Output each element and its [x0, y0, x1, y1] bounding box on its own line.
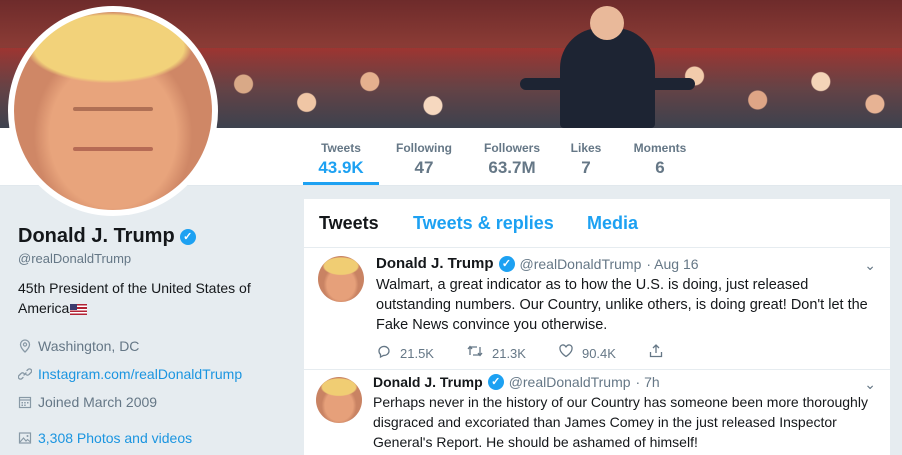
profile-joined: Joined March 2009: [18, 394, 157, 410]
stat-label: Followers: [483, 141, 540, 155]
stat-likes[interactable]: Likes 7: [563, 128, 609, 185]
verified-badge-icon: ✓: [498, 255, 515, 272]
tweet-item[interactable]: Donald J. Trump ✓ @realDonaldTrump · 7h …: [304, 370, 890, 455]
tweet-header: Donald J. Trump ✓ @realDonaldTrump · 7h: [373, 374, 660, 390]
stat-value: 43.9K: [318, 158, 364, 177]
like-count: 90.4K: [581, 345, 616, 361]
profile-card: Donald J. Trump ✓ @realDonaldTrump 45th …: [18, 225, 288, 318]
profile-handle[interactable]: @realDonaldTrump: [18, 251, 288, 266]
profile-name-row: Donald J. Trump ✓: [18, 225, 288, 248]
photo-icon: [18, 431, 32, 445]
timeline-tabs: Tweets Tweets & replies Media: [304, 199, 890, 248]
tab-tweets-and-replies[interactable]: Tweets & replies: [413, 213, 554, 234]
profile-photos-link[interactable]: 3,308 Photos and videos: [18, 430, 192, 446]
tweet-header: Donald J. Trump ✓ @realDonaldTrump · Aug…: [376, 255, 699, 272]
tweet-timestamp[interactable]: · 7h: [636, 374, 660, 390]
reply-button[interactable]: 21.5K: [376, 343, 434, 363]
tweet-avatar[interactable]: [318, 256, 364, 302]
profile-location: Washington, DC: [18, 338, 139, 354]
website-link[interactable]: Instagram.com/realDonaldTrump: [38, 366, 242, 382]
tweet-author-handle[interactable]: @realDonaldTrump: [520, 256, 642, 272]
reply-icon: [376, 343, 392, 363]
reply-count: 21.5K: [400, 345, 434, 361]
stat-following[interactable]: Following 47: [389, 128, 459, 185]
retweet-button[interactable]: 21.3K: [466, 343, 526, 363]
tab-tweets[interactable]: Tweets: [319, 213, 379, 234]
tweet-timestamp[interactable]: · Aug 16: [646, 256, 698, 272]
stat-moments[interactable]: Moments 6: [628, 128, 692, 185]
share-button[interactable]: [648, 343, 664, 363]
joined-text: Joined March 2009: [38, 394, 158, 410]
tweet-item[interactable]: Donald J. Trump ✓ @realDonaldTrump · Aug…: [304, 248, 890, 370]
banner-speaker-figure: [520, 6, 695, 128]
verified-badge-icon: ✓: [487, 374, 504, 390]
link-icon: [17, 367, 33, 381]
verified-badge-icon: ✓: [179, 228, 196, 245]
tweet-author-name[interactable]: Donald J. Trump: [373, 374, 483, 390]
tweet-text: Walmart, a great indicator as to how the…: [376, 277, 868, 333]
share-icon: [648, 343, 664, 363]
like-button[interactable]: 90.4K: [558, 343, 616, 363]
profile-bio: 45th President of the United States of A…: [18, 278, 288, 318]
tweet-author-handle[interactable]: @realDonaldTrump: [509, 374, 631, 390]
chevron-down-icon[interactable]: ⌄: [864, 376, 876, 393]
chevron-down-icon[interactable]: ⌄: [864, 257, 876, 274]
avatar-photo: [14, 12, 212, 210]
stat-value: 63.7M: [488, 158, 536, 177]
tweet-timeline: Tweets Tweets & replies Media Donald J. …: [304, 199, 890, 455]
stat-label: Likes: [570, 141, 602, 155]
profile-bio-text: 45th President of the United States of A…: [18, 280, 251, 316]
tweet-actions: 21.5K 21.3K 90.4K: [376, 343, 696, 363]
stat-value: 7: [581, 158, 591, 177]
tab-media[interactable]: Media: [587, 213, 638, 234]
calendar-icon: [18, 395, 32, 409]
profile-name[interactable]: Donald J. Trump: [18, 225, 175, 248]
location-pin-icon: [18, 339, 32, 353]
tweet-text: Perhaps never in the history of our Coun…: [373, 394, 868, 450]
stat-followers[interactable]: Followers 63.7M: [477, 128, 547, 185]
retweet-count: 21.3K: [491, 345, 526, 361]
stat-label: Following: [396, 141, 452, 155]
us-flag-icon: [70, 303, 88, 315]
like-icon: [558, 343, 574, 363]
tweet-avatar[interactable]: [316, 377, 362, 423]
profile-avatar[interactable]: [8, 6, 218, 216]
stat-label: Moments: [633, 141, 687, 155]
stat-label: Tweets: [321, 141, 361, 155]
photos-text[interactable]: 3,308 Photos and videos: [38, 430, 192, 446]
stat-tweets[interactable]: Tweets 43.9K: [303, 128, 379, 185]
profile-website[interactable]: Instagram.com/realDonaldTrump: [17, 366, 242, 382]
tweet-author-name[interactable]: Donald J. Trump: [376, 255, 494, 272]
retweet-icon: [466, 343, 484, 363]
stat-value: 6: [655, 158, 665, 177]
location-text: Washington, DC: [38, 338, 140, 354]
stat-value: 47: [414, 158, 434, 177]
